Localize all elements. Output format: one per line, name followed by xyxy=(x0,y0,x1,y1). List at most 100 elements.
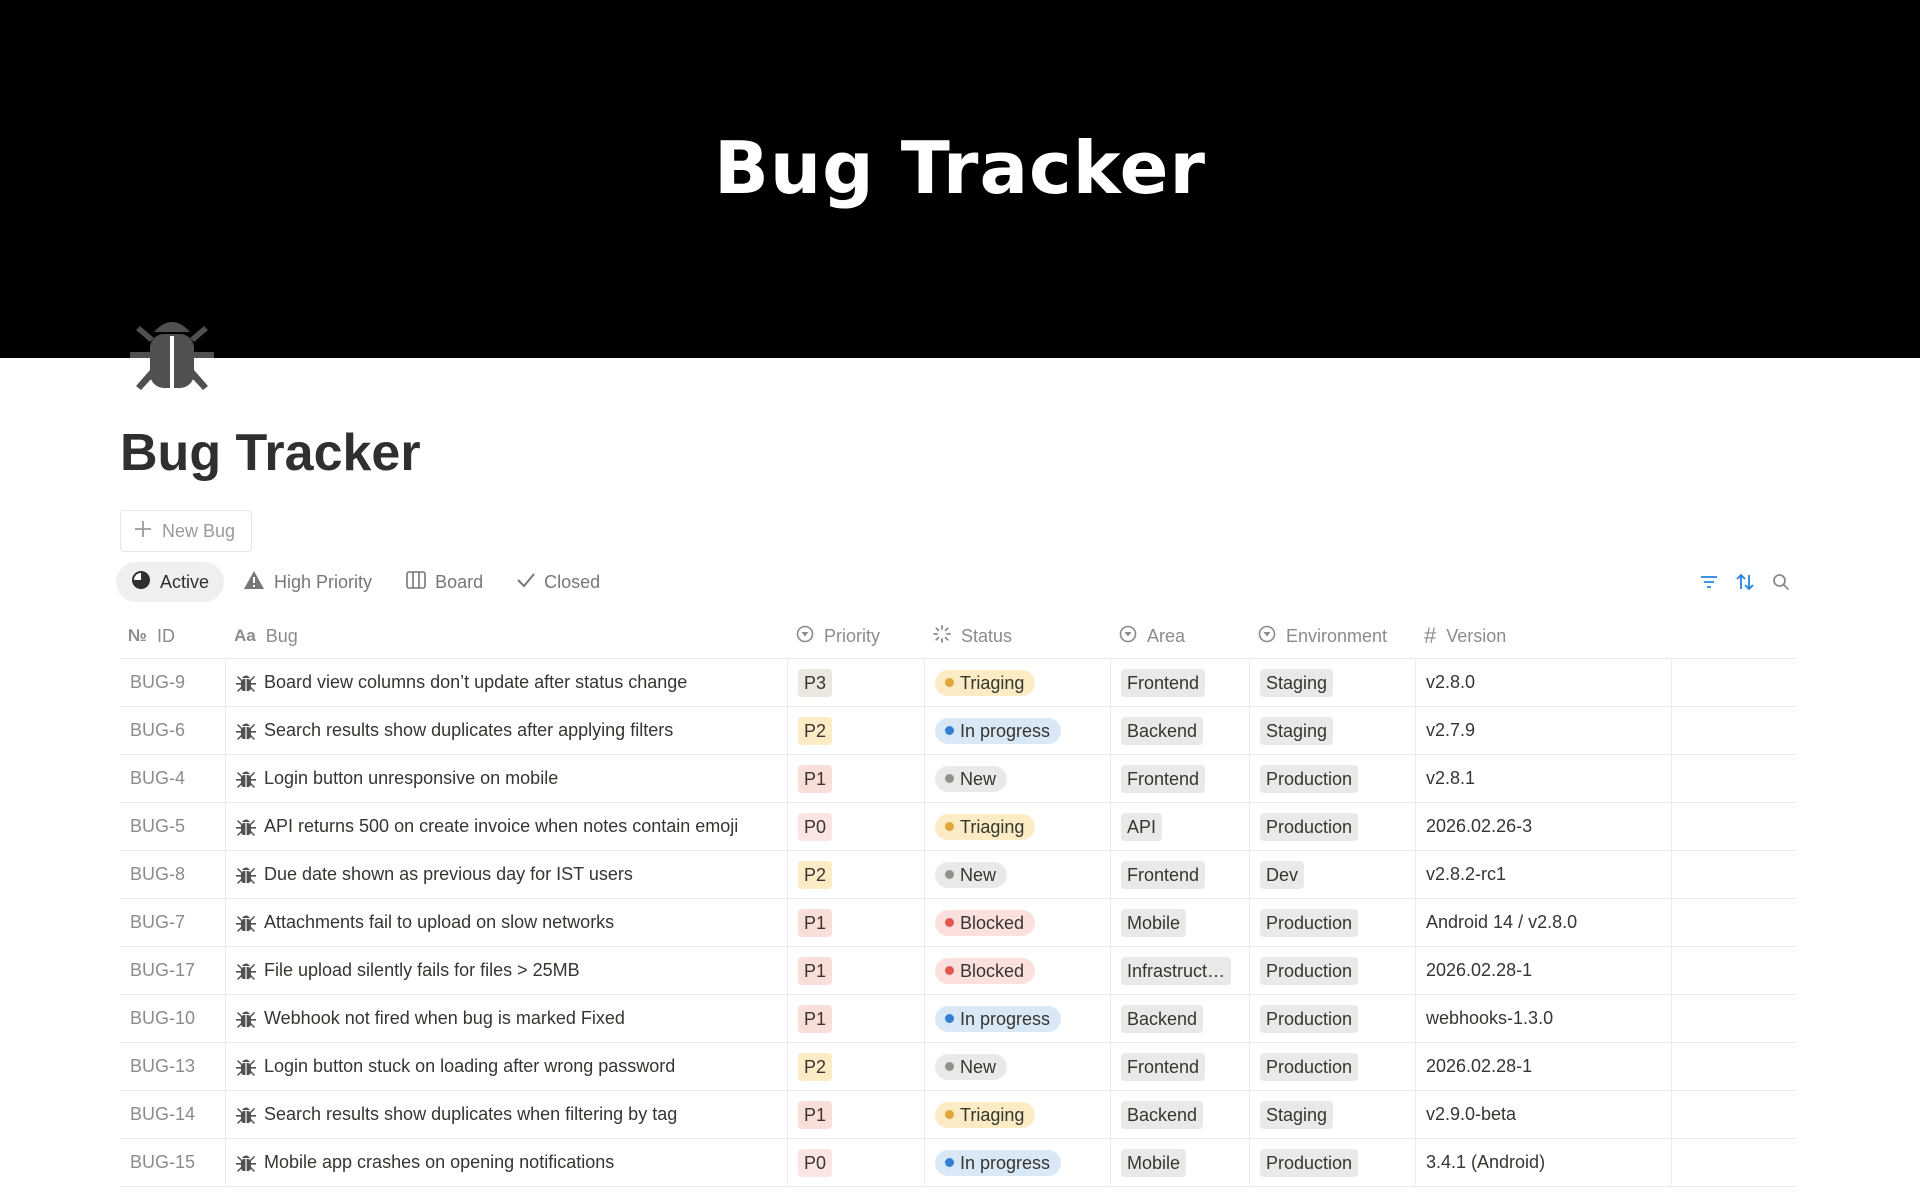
bug-title-cell[interactable]: Mobile app crashes on opening notificati… xyxy=(226,1139,788,1186)
column-header-bug[interactable]: Aa Bug xyxy=(226,614,788,658)
version-cell[interactable]: 2026.02.28-1 xyxy=(1416,1043,1672,1090)
area-cell[interactable]: Backend xyxy=(1111,995,1250,1042)
empty-cell[interactable] xyxy=(1672,707,1796,754)
status-cell[interactable]: In progress xyxy=(925,995,1111,1042)
bug-title[interactable]: API returns 500 on create invoice when n… xyxy=(264,816,738,837)
search-icon[interactable] xyxy=(1772,570,1790,594)
area-cell[interactable]: API xyxy=(1111,803,1250,850)
version-cell[interactable]: v2.9.0-beta xyxy=(1416,1091,1672,1138)
area-cell[interactable]: Mobile xyxy=(1111,899,1250,946)
bug-title[interactable]: File upload silently fails for files > 2… xyxy=(264,960,580,981)
column-header-id[interactable]: № ID xyxy=(120,614,226,658)
empty-cell[interactable] xyxy=(1672,947,1796,994)
empty-cell[interactable] xyxy=(1672,851,1796,898)
bug-title-cell[interactable]: Search results show duplicates after app… xyxy=(226,707,788,754)
bug-title-cell[interactable]: File upload silently fails for files > 2… xyxy=(226,947,788,994)
bug-title-cell[interactable]: Login button stuck on loading after wron… xyxy=(226,1043,788,1090)
column-header-priority[interactable]: Priority xyxy=(788,614,925,658)
bug-title[interactable]: Due date shown as previous day for IST u… xyxy=(264,864,633,885)
version-cell[interactable]: Android 14 / v2.8.0 xyxy=(1416,899,1672,946)
bug-title-cell[interactable]: Board view columns don’t update after st… xyxy=(226,659,788,706)
status-cell[interactable]: New xyxy=(925,851,1111,898)
environment-cell[interactable]: Production xyxy=(1250,1139,1416,1186)
priority-cell[interactable]: P1 xyxy=(788,899,925,946)
empty-cell[interactable] xyxy=(1672,755,1796,802)
priority-cell[interactable]: P2 xyxy=(788,851,925,898)
column-header-status[interactable]: Status xyxy=(925,614,1111,658)
priority-cell[interactable]: P2 xyxy=(788,707,925,754)
priority-cell[interactable]: P1 xyxy=(788,755,925,802)
tab-active[interactable]: Active xyxy=(116,562,225,602)
environment-cell[interactable]: Staging xyxy=(1250,707,1416,754)
table-row[interactable]: BUG-7 Attachments fail to upload on slow … xyxy=(120,899,1796,947)
bug-title[interactable]: Board view columns don’t update after st… xyxy=(264,672,687,693)
table-row[interactable]: BUG-13 Login button stuck on loading afte… xyxy=(120,1043,1796,1091)
empty-cell[interactable] xyxy=(1672,1043,1796,1090)
priority-cell[interactable]: P0 xyxy=(788,1139,925,1186)
environment-cell[interactable]: Production xyxy=(1250,755,1416,802)
priority-cell[interactable]: P0 xyxy=(788,803,925,850)
tab-high-priority[interactable]: High Priority xyxy=(228,562,387,602)
version-cell[interactable]: v2.8.2-rc1 xyxy=(1416,851,1672,898)
area-cell[interactable]: Frontend xyxy=(1111,659,1250,706)
bug-title-cell[interactable]: Search results show duplicates when filt… xyxy=(226,1091,788,1138)
tab-board[interactable]: Board xyxy=(391,562,498,602)
table-row[interactable]: BUG-15 Mobile app crashes on opening noti… xyxy=(120,1139,1796,1187)
bug-title[interactable]: Webhook not fired when bug is marked Fix… xyxy=(264,1008,625,1029)
version-cell[interactable]: v2.8.0 xyxy=(1416,659,1672,706)
status-cell[interactable]: In progress xyxy=(925,707,1111,754)
area-cell[interactable]: Frontend xyxy=(1111,1043,1250,1090)
bug-icon[interactable] xyxy=(126,314,218,394)
environment-cell[interactable]: Dev xyxy=(1250,851,1416,898)
priority-cell[interactable]: P1 xyxy=(788,995,925,1042)
table-row[interactable]: BUG-5 API returns 500 on create invoice w… xyxy=(120,803,1796,851)
column-header-version[interactable]: # Version xyxy=(1416,614,1672,658)
status-cell[interactable]: Blocked xyxy=(925,947,1111,994)
bug-title[interactable]: Search results show duplicates after app… xyxy=(264,720,673,741)
version-cell[interactable]: v2.8.1 xyxy=(1416,755,1672,802)
table-row[interactable]: BUG-9 Board view columns don’t update aft… xyxy=(120,659,1796,707)
area-cell[interactable]: Backend xyxy=(1111,1091,1250,1138)
version-cell[interactable]: 3.4.1 (Android) xyxy=(1416,1139,1672,1186)
priority-cell[interactable]: P1 xyxy=(788,1091,925,1138)
environment-cell[interactable]: Production xyxy=(1250,995,1416,1042)
environment-cell[interactable]: Staging xyxy=(1250,659,1416,706)
priority-cell[interactable]: P3 xyxy=(788,659,925,706)
empty-cell[interactable] xyxy=(1672,899,1796,946)
environment-cell[interactable]: Production xyxy=(1250,947,1416,994)
environment-cell[interactable]: Production xyxy=(1250,803,1416,850)
bug-title-cell[interactable]: Webhook not fired when bug is marked Fix… xyxy=(226,995,788,1042)
bug-title[interactable]: Login button stuck on loading after wron… xyxy=(264,1056,675,1077)
version-cell[interactable]: 2026.02.28-1 xyxy=(1416,947,1672,994)
version-cell[interactable]: v2.7.9 xyxy=(1416,707,1672,754)
version-cell[interactable]: 2026.02.26-3 xyxy=(1416,803,1672,850)
area-cell[interactable]: Frontend xyxy=(1111,755,1250,802)
status-cell[interactable]: New xyxy=(925,755,1111,802)
table-row[interactable]: BUG-8 Due date shown as previous day for … xyxy=(120,851,1796,899)
bug-title[interactable]: Mobile app crashes on opening notificati… xyxy=(264,1152,614,1173)
empty-cell[interactable] xyxy=(1672,803,1796,850)
status-cell[interactable]: Blocked xyxy=(925,899,1111,946)
column-header-area[interactable]: Area xyxy=(1111,614,1250,658)
environment-cell[interactable]: Staging xyxy=(1250,1091,1416,1138)
priority-cell[interactable]: P2 xyxy=(788,1043,925,1090)
status-cell[interactable]: In progress xyxy=(925,1139,1111,1186)
priority-cell[interactable]: P1 xyxy=(788,947,925,994)
bug-title-cell[interactable]: Due date shown as previous day for IST u… xyxy=(226,851,788,898)
environment-cell[interactable]: Production xyxy=(1250,899,1416,946)
column-header-environment[interactable]: Environment xyxy=(1250,614,1416,658)
bug-title[interactable]: Attachments fail to upload on slow netwo… xyxy=(264,912,614,933)
bug-title-cell[interactable]: Login button unresponsive on mobile xyxy=(226,755,788,802)
status-cell[interactable]: Triaging xyxy=(925,1091,1111,1138)
bug-title[interactable]: Search results show duplicates when filt… xyxy=(264,1104,677,1125)
environment-cell[interactable]: Production xyxy=(1250,1043,1416,1090)
sort-icon[interactable] xyxy=(1736,570,1754,594)
area-cell[interactable]: Mobile xyxy=(1111,1139,1250,1186)
new-bug-button[interactable]: New Bug xyxy=(120,510,252,552)
tab-closed[interactable]: Closed xyxy=(502,562,615,602)
status-cell[interactable]: New xyxy=(925,1043,1111,1090)
status-cell[interactable]: Triaging xyxy=(925,659,1111,706)
area-cell[interactable]: Infrastruct… xyxy=(1111,947,1250,994)
table-row[interactable]: BUG-6 Search results show duplicates afte… xyxy=(120,707,1796,755)
status-cell[interactable]: Triaging xyxy=(925,803,1111,850)
